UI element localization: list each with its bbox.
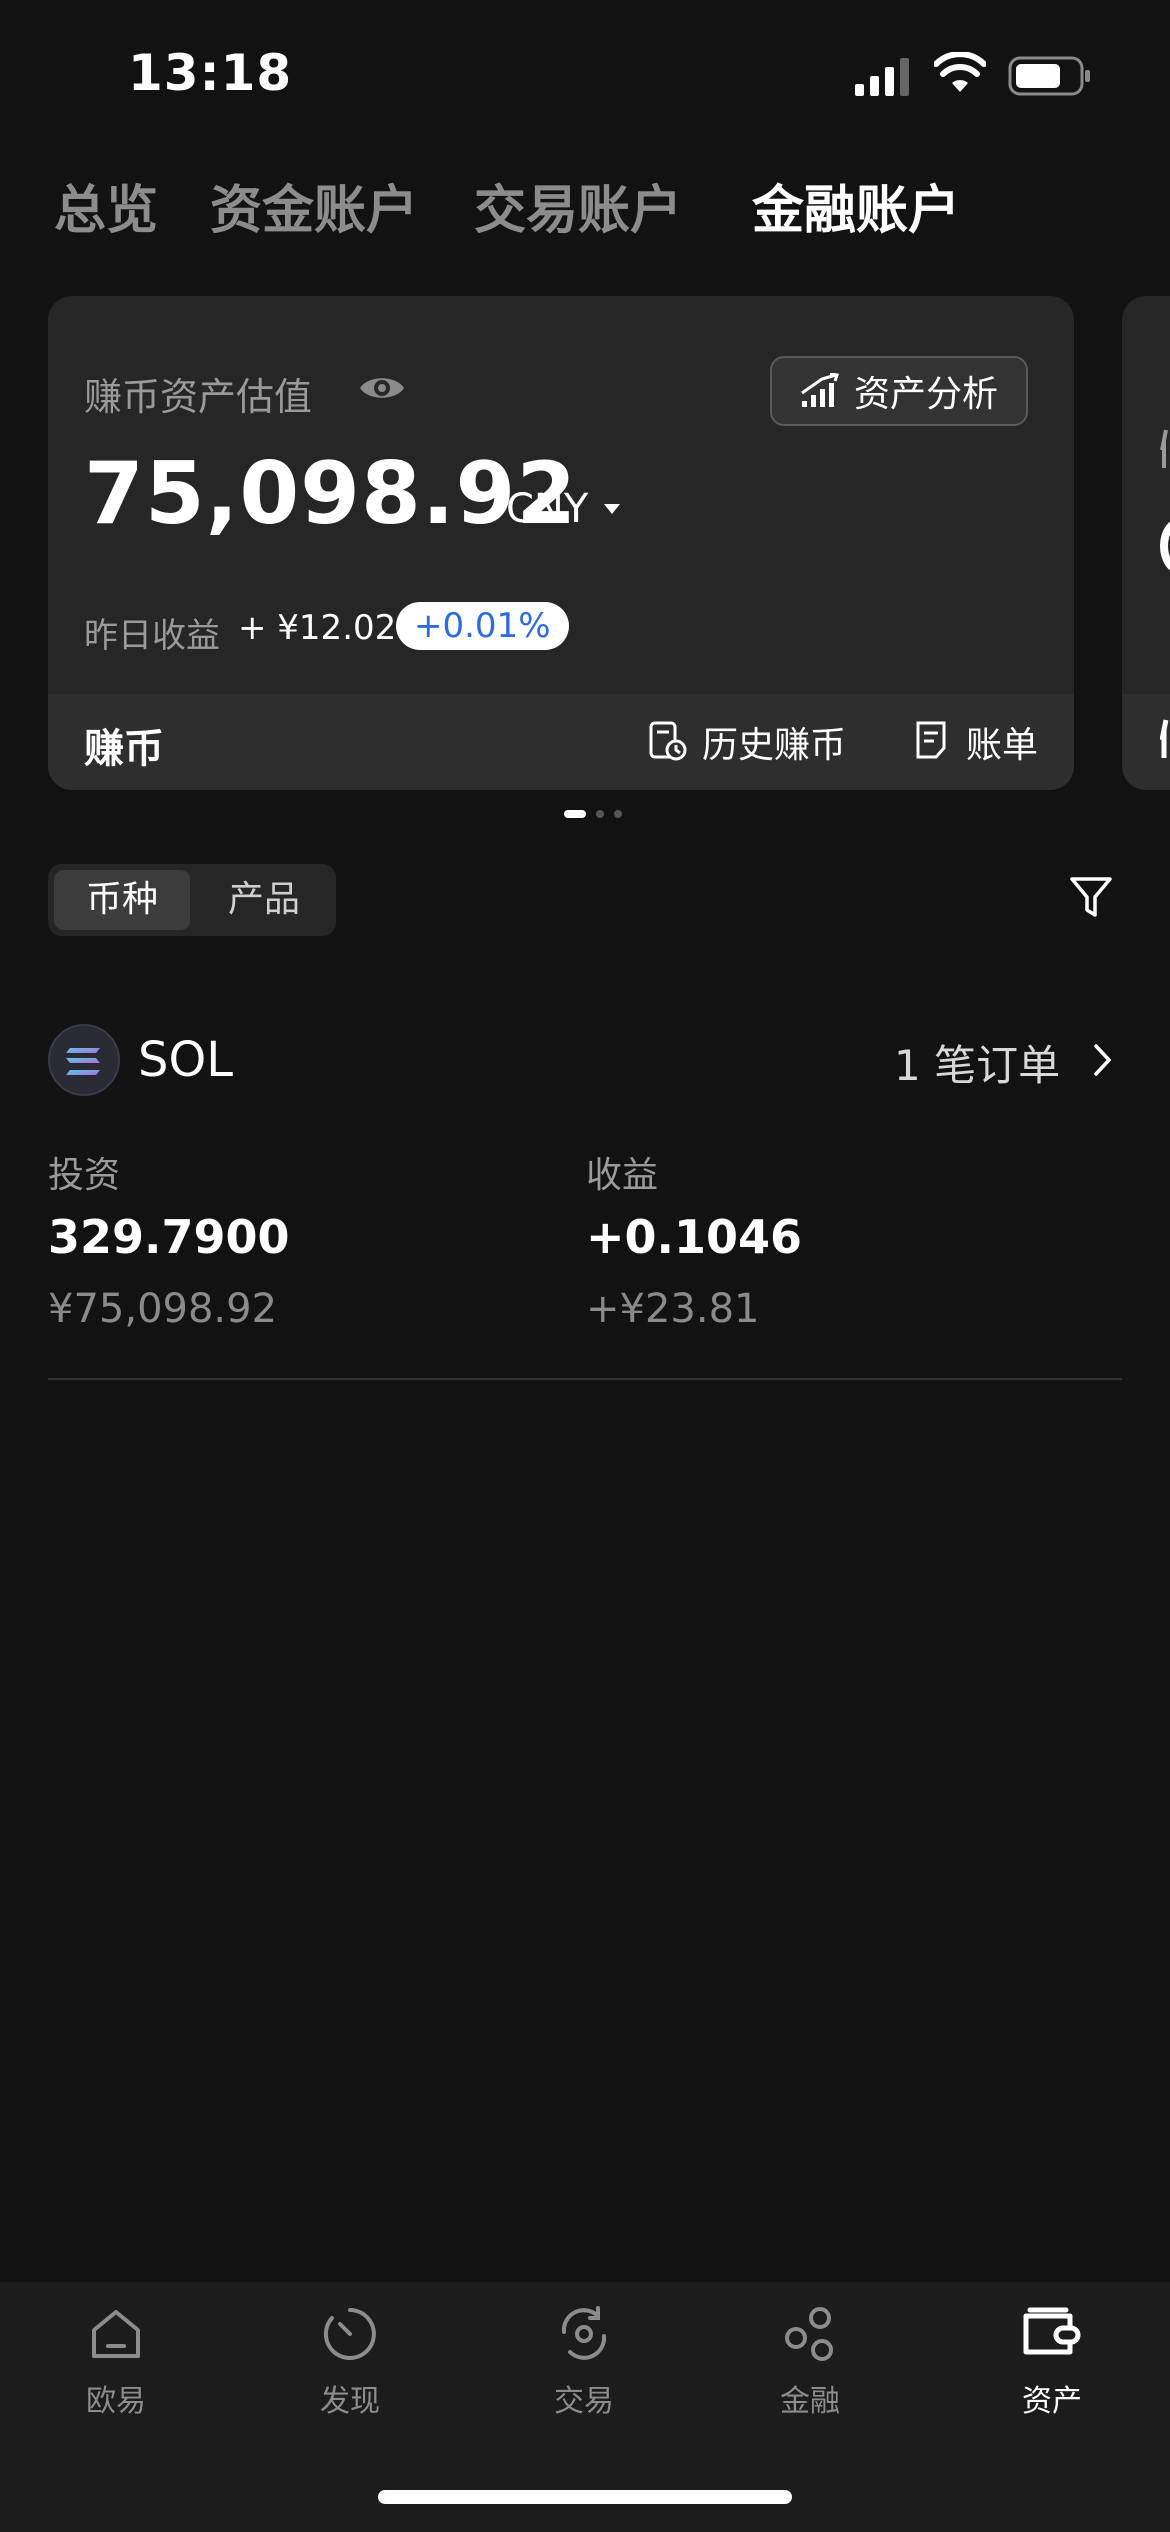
nav-home[interactable]: 欧易	[36, 2302, 196, 2420]
sol-logo	[48, 1024, 120, 1096]
bill-document-icon[interactable]	[914, 720, 948, 760]
nav-discover-label: 发现	[320, 2384, 380, 2419]
profit-amount: +0.1046	[586, 1210, 803, 1264]
battery-icon	[1008, 56, 1090, 96]
order-count-link[interactable]: 1 笔订单	[894, 1032, 1060, 1093]
page-dot	[596, 810, 604, 818]
wallet-icon	[1023, 2307, 1081, 2355]
total-asset-value: 75,098.92	[84, 444, 578, 544]
segment-product[interactable]: 产品	[198, 870, 330, 930]
finance-icon	[785, 2307, 833, 2361]
home-icon	[92, 2310, 140, 2358]
asset-estimate-label: 赚币资产估值	[84, 375, 313, 419]
invest-amount: 329.7900	[48, 1210, 290, 1264]
nav-finance-label: 金融	[780, 2384, 840, 2419]
nav-assets[interactable]: 资产	[972, 2302, 1132, 2420]
divider	[48, 1378, 1122, 1380]
nav-trade-label: 交易	[554, 2384, 614, 2419]
invest-cny-value: ¥75,098.92	[48, 1286, 278, 1332]
peek-text-fragment	[1160, 429, 1168, 468]
trade-icon	[561, 2306, 607, 2360]
coin-symbol[interactable]: SOL	[138, 1032, 233, 1088]
discover-icon	[323, 2308, 376, 2360]
history-clock-icon[interactable]	[648, 720, 688, 762]
yesterday-earnings-value: + ¥12.02	[238, 608, 397, 648]
segment-coin[interactable]: 币种	[54, 870, 190, 930]
caret-down-icon[interactable]	[602, 502, 622, 516]
peek-value-fragment	[1160, 522, 1170, 570]
currency-selector[interactable]: CNY	[506, 486, 588, 532]
chevron-right-icon[interactable]	[1092, 1042, 1114, 1078]
signal-icon	[855, 58, 909, 96]
asset-analysis-label: 资产分析	[853, 374, 998, 415]
profit-label: 收益	[586, 1155, 659, 1196]
nav-home-label: 欧易	[86, 2384, 146, 2419]
filter-icon[interactable]	[1068, 874, 1114, 920]
yesterday-earnings-label: 昨日收益	[84, 616, 220, 656]
earn-asset-card[interactable]: 赚币资产估值 资产分析 75,098.92 CNY 昨日收益 + ¥12.02 …	[48, 296, 1074, 790]
page-dot	[614, 810, 622, 818]
nav-discover[interactable]: 发现	[270, 2302, 430, 2420]
wifi-icon	[934, 52, 986, 92]
tab-funding-account[interactable]: 资金账户	[210, 168, 418, 243]
eye-icon[interactable]	[358, 372, 406, 404]
bill-link[interactable]: 账单	[966, 716, 1038, 768]
nav-trade[interactable]: 交易	[504, 2302, 664, 2420]
nav-finance[interactable]: 金融	[730, 2302, 890, 2420]
tab-trading-account[interactable]: 交易账户	[474, 168, 682, 243]
tab-overview[interactable]: 总览	[54, 168, 158, 243]
earn-title[interactable]: 赚币	[84, 716, 164, 774]
yesterday-earnings-badge: +0.01%	[396, 602, 569, 650]
tab-finance-account[interactable]: 金融账户	[752, 168, 960, 243]
history-earn-link[interactable]: 历史赚币	[702, 716, 846, 768]
next-card-peek[interactable]	[1122, 296, 1170, 790]
page-dot-active	[564, 810, 586, 818]
status-time: 13:18	[128, 44, 293, 102]
asset-analysis-button[interactable]: 资产分析	[770, 356, 1028, 426]
home-indicator	[378, 2490, 792, 2504]
nav-assets-label: 资产	[1022, 2384, 1082, 2419]
peek-footer-fragment	[1160, 719, 1169, 758]
profit-cny-value: +¥23.81	[586, 1286, 760, 1332]
invest-label: 投资	[48, 1155, 121, 1196]
chart-trend-icon	[801, 373, 839, 407]
view-segmented-control: 币种 产品	[48, 864, 336, 936]
